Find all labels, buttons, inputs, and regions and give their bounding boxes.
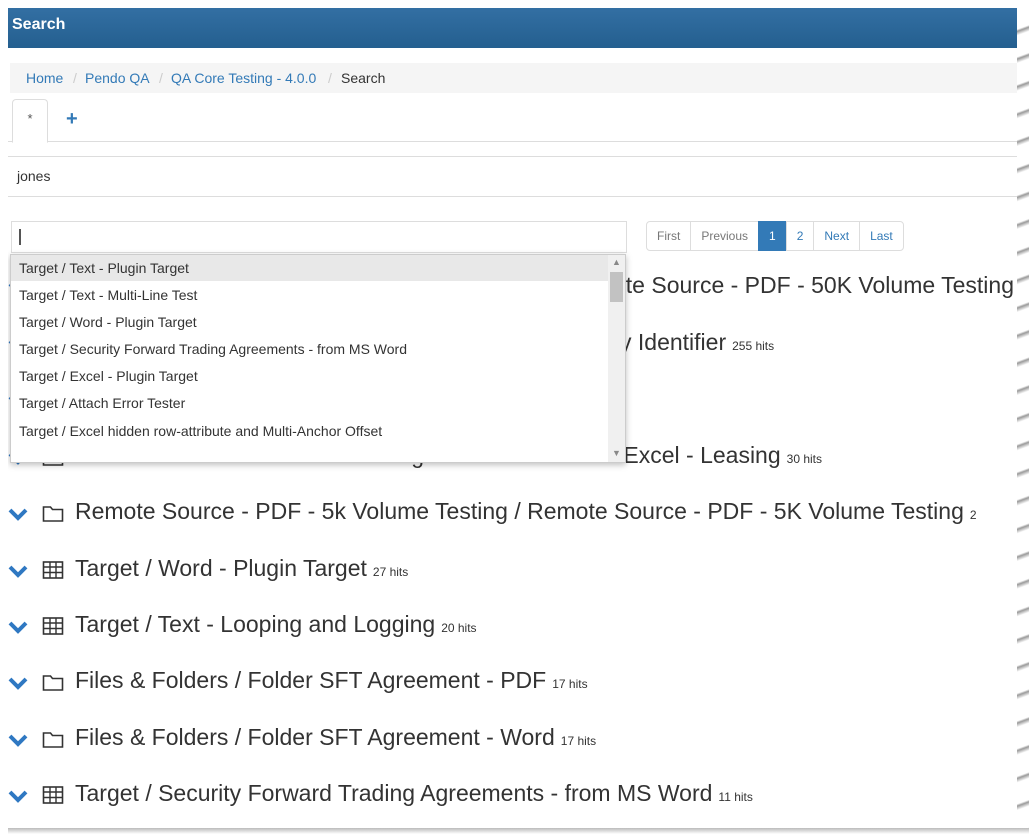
breadcrumb-separator: / xyxy=(328,70,332,86)
suggestion-option[interactable]: Target / Word - Plugin Target xyxy=(11,309,615,335)
scroll-up-arrow-icon[interactable]: ▲ xyxy=(611,257,622,269)
suggestion-option[interactable]: Target / Text - Multi-Line Test xyxy=(11,282,615,308)
page-2-button[interactable]: 2 xyxy=(785,221,815,251)
suggestion-option[interactable]: Target / Security Forward Trading Agreem… xyxy=(11,336,615,362)
chevron-down-icon[interactable] xyxy=(8,504,28,524)
table-icon xyxy=(42,786,64,804)
chevron-down-icon[interactable] xyxy=(8,617,28,637)
folder-icon xyxy=(42,675,64,691)
result-title[interactable]: Target / Text - Looping and Logging 20 hi… xyxy=(75,611,477,638)
result-title-text: Target / Security Forward Trading Agreem… xyxy=(75,780,713,806)
page-previous-button[interactable]: Previous xyxy=(690,221,760,251)
result-title[interactable]: Files & Folders / Folder SFT Agreement -… xyxy=(75,724,596,751)
suggestion-option[interactable]: Target / Text - Plugin Target xyxy=(11,255,615,281)
breadcrumb: Home / Pendo QA / QA Core Testing - 4.0.… xyxy=(10,63,1020,93)
table-icon xyxy=(42,561,64,579)
table-icon xyxy=(42,617,64,635)
page-title: Search xyxy=(12,16,66,33)
hit-count: 255 hits xyxy=(732,339,775,353)
pagination: First Previous 1 2 Next Last xyxy=(646,221,904,251)
search-tabs: * + xyxy=(8,99,1020,143)
query-bar[interactable]: jones xyxy=(8,156,1020,197)
result-title-text: Target / Word - Plugin Target xyxy=(75,555,367,581)
chevron-down-icon[interactable] xyxy=(8,786,28,806)
filter-suggestions-dropdown: Target / Text - Plugin Target Target / T… xyxy=(10,254,626,463)
folder-icon xyxy=(42,506,64,522)
breadcrumb-qa-core-link[interactable]: QA Core Testing - 4.0.0 xyxy=(171,70,316,86)
hit-count: 11 hits xyxy=(718,790,753,804)
result-title[interactable]: Files & Folders / Folder SFT Agreement -… xyxy=(75,667,588,694)
hit-count: 17 hits xyxy=(552,677,588,691)
breadcrumb-current: Search xyxy=(341,70,386,86)
result-title[interactable]: Remote Source - PDF - 5k Volume Testing … xyxy=(75,498,977,525)
torn-edge-decoration xyxy=(1017,8,1029,828)
text-cursor xyxy=(19,229,21,245)
hit-count: 30 hits xyxy=(786,452,823,466)
hit-count: 27 hits xyxy=(372,565,409,579)
result-title-text: y Identifier xyxy=(620,329,727,355)
chevron-down-icon[interactable] xyxy=(8,673,28,693)
breadcrumb-pendo-qa-link[interactable]: Pendo QA xyxy=(85,70,150,86)
breadcrumb-separator: / xyxy=(73,70,77,86)
result-title[interactable]: y Identifier 255 hits xyxy=(620,329,774,356)
breadcrumb-home-link[interactable]: Home xyxy=(26,70,63,86)
chevron-down-icon[interactable] xyxy=(8,561,28,581)
top-bar: Search xyxy=(8,8,1020,48)
hit-count: 2 xyxy=(969,508,977,522)
result-title[interactable]: Target / Security Forward Trading Agreem… xyxy=(75,780,753,807)
suggestion-option[interactable]: Target / Excel hidden row-attribute and … xyxy=(11,418,615,444)
scroll-down-arrow-icon[interactable]: ▼ xyxy=(611,448,622,460)
suggestion-option[interactable]: Target / Excel - Plugin Target xyxy=(11,363,615,389)
hit-count: 17 hits xyxy=(560,734,597,748)
scrollbar-thumb[interactable] xyxy=(610,272,623,302)
page-last-button[interactable]: Last xyxy=(859,221,904,251)
suggestion-option[interactable]: Target / Attach Error Tester xyxy=(11,390,615,416)
search-page: Search Home / Pendo QA / QA Core Testing… xyxy=(8,8,1020,828)
breadcrumb-separator: / xyxy=(159,70,163,86)
result-title-text: Target / Text - Looping and Logging xyxy=(75,611,436,637)
result-title-text: Files & Folders / Folder SFT Agreement -… xyxy=(75,724,555,750)
page-next-button[interactable]: Next xyxy=(813,221,861,251)
chevron-down-icon[interactable] xyxy=(8,730,28,750)
page-1-button[interactable]: 1 xyxy=(758,221,787,251)
folder-icon xyxy=(42,732,64,748)
result-title[interactable]: ote Source - PDF - 50K Volume Testing xyxy=(613,272,1014,299)
hit-count: 20 hits xyxy=(441,621,477,635)
result-filter-input[interactable] xyxy=(11,221,627,253)
add-tab-button[interactable]: + xyxy=(66,108,78,131)
tab-active-query[interactable]: * xyxy=(12,99,48,143)
page-shadow xyxy=(8,828,1029,834)
result-title-text: Files & Folders / Folder SFT Agreement -… xyxy=(75,667,547,693)
page-first-button[interactable]: First xyxy=(646,221,692,251)
query-text[interactable]: jones xyxy=(17,168,50,184)
result-title-text: Remote Source - PDF - 5k Volume Testing … xyxy=(75,498,964,524)
result-title[interactable]: Target / Word - Plugin Target 27 hits xyxy=(75,555,408,582)
dropdown-scrollbar[interactable]: ▲ ▼ xyxy=(608,255,625,462)
